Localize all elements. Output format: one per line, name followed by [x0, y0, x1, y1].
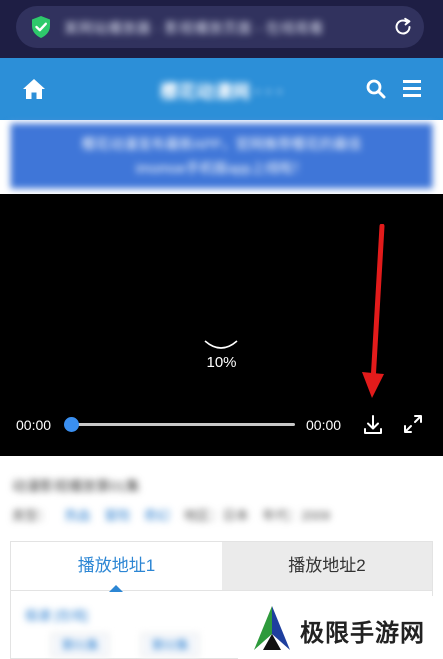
- genre-tag[interactable]: 热血: [65, 508, 91, 523]
- genre-tag[interactable]: 奇幻: [144, 508, 170, 523]
- red-arrow-annotation-icon: [356, 223, 386, 405]
- notice-line-1: 樱花动漫发布最新APP，官网推荐樱花的最佳: [81, 136, 362, 152]
- progress-thumb[interactable]: [64, 417, 79, 432]
- episode-button[interactable]: 第01集: [51, 633, 109, 657]
- url-text: 某网站播放器 · 影视播放页面 - 在线观看: [64, 20, 324, 36]
- video-player[interactable]: 10% 00:00 00:00: [0, 194, 443, 456]
- menu-icon[interactable]: [403, 80, 421, 102]
- current-time: 00:00: [16, 417, 52, 433]
- site-header: 樱花动漫网 · · ·: [0, 58, 443, 120]
- tab-source-1[interactable]: 播放地址1: [11, 542, 222, 590]
- genre-label: 类型：: [12, 508, 52, 523]
- progress-track[interactable]: [72, 423, 295, 426]
- genre-tag[interactable]: 冒险: [104, 508, 130, 523]
- tab-source-2[interactable]: 播放地址2: [222, 542, 432, 590]
- fullscreen-icon[interactable]: [403, 414, 423, 439]
- url-field[interactable]: 某网站播放器 · 影视播放页面 - 在线观看: [16, 6, 424, 48]
- episode-button[interactable]: 第02集: [141, 633, 199, 657]
- watermark: 极限手游网: [238, 596, 443, 659]
- shield-check-icon: [30, 15, 52, 44]
- watermark-text: 极限手游网: [300, 620, 425, 647]
- search-icon[interactable]: [366, 79, 386, 104]
- year: 年代：2009: [262, 508, 331, 523]
- source-tabs: 播放地址1 播放地址2: [10, 541, 433, 592]
- notice-line-2: imomoe手机版app上线啦！: [135, 160, 308, 176]
- video-meta: 类型： 热血 冒险 奇幻 地区：日本 年代：2009: [12, 505, 443, 524]
- video-title: 动漫影视播放第01集: [12, 478, 140, 494]
- episode-heading: 极速 [在线]: [25, 608, 88, 623]
- jixian-logo-icon: [250, 604, 294, 657]
- download-icon[interactable]: [362, 414, 384, 441]
- browser-address-bar: 某网站播放器 · 影视播放页面 - 在线观看: [0, 0, 443, 58]
- notice-banner[interactable]: 樱花动漫发布最新APP，官网推荐樱花的最佳 imomoe手机版app上线啦！: [10, 123, 433, 189]
- region: 地区：日本: [183, 508, 249, 523]
- duration-time: 00:00: [306, 417, 342, 433]
- reload-icon[interactable]: [392, 16, 414, 43]
